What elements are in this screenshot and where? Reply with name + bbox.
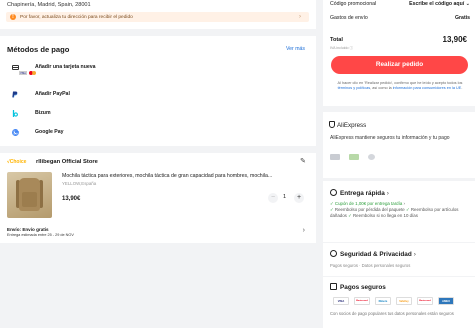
payment-methods-title: Métodos de pago [7, 45, 70, 54]
security-subtitle: Pagos seguros · Datos personales seguros [330, 263, 411, 268]
credit-card-icon [10, 63, 20, 71]
safe-payments-card: Pagos seguros VISA Mastercard Diners Saf… [323, 277, 475, 328]
address-warning[interactable]: ! Por favor, actualiza tu dirección para… [6, 12, 309, 22]
mastercard-logo-icon [29, 71, 36, 75]
warning-icon: ! [10, 14, 16, 20]
shipping-estimate: Entrega estimada entre 25 - 29 de NOV [7, 233, 74, 237]
terms-link[interactable]: términos y políticas [338, 86, 371, 90]
shipping-cost-value: Gratis [455, 15, 470, 21]
fast-delivery-card[interactable]: Entrega rápida › ✓ Cupón de 1,00€ por ent… [323, 181, 475, 242]
mastercard-id-check-logo-icon: Mastercard [417, 297, 433, 305]
total-value: 13,90€ [442, 35, 467, 44]
chevron-right-icon: › [413, 251, 416, 258]
payment-method-google-pay[interactable]: Google Pay [6, 127, 296, 141]
shield-check-icon [330, 250, 337, 257]
safe-payments-title: Pagos seguros [330, 283, 386, 291]
chevron-down-icon: ⌄ [465, 1, 470, 7]
address-warning-text: Por favor, actualiza tu dirección para r… [20, 14, 133, 20]
product-variant[interactable]: YELLOW,España [62, 181, 96, 186]
vat-included-note: IVA incluido ⓘ [330, 46, 354, 50]
safekey-logo-icon: SafeKey [396, 297, 412, 305]
security-title: Seguridad & Privacidad › [330, 250, 416, 258]
chevron-right-icon: › [299, 13, 301, 20]
fast-delivery-details: ✓ Cupón de 1,00€ por entrega tardía › ✓ … [330, 201, 459, 218]
visa-logo-icon: VISA [19, 71, 27, 75]
promo-code-row[interactable]: Código promocional Escribe el código aqu… [330, 1, 470, 7]
badge-icon [349, 154, 359, 160]
payment-method-bizum[interactable]: Bizum [6, 108, 296, 122]
lock-icon [330, 283, 337, 290]
chevron-right-icon: › [386, 190, 389, 197]
badge-icon [330, 154, 340, 160]
diners-logo-icon: Diners [375, 297, 391, 305]
paypal-icon [10, 90, 20, 98]
safe-payments-text: Con socios de pago populares tus datos p… [330, 311, 454, 316]
product-title[interactable]: Mochila táctica para exteriores, mochila… [62, 173, 307, 179]
total-label: Total [330, 37, 343, 43]
payment-method-label: Añadir PayPal [35, 90, 70, 97]
badge-icon [368, 154, 375, 160]
google-pay-icon [10, 128, 20, 136]
payment-method-label: Google Pay [35, 128, 64, 135]
eu-consumer-info-link[interactable]: información para consumidores en la UE [393, 86, 462, 90]
shipping-cost-row: Gastos de envío Gratis [330, 15, 470, 21]
legal-notice: Al hacer clic en 'Realizar pedido', conf… [337, 81, 463, 90]
see-more-link[interactable]: Ver más [286, 46, 305, 52]
payment-partner-logos: VISA Mastercard Diners SafeKey Mastercar… [333, 297, 454, 305]
shipping-cost-label: Gastos de envío [330, 15, 368, 21]
mastercard-logo-icon: Mastercard [354, 297, 370, 305]
quantity-increase-button[interactable]: + [294, 193, 304, 203]
edit-icon[interactable]: ✎ [300, 157, 306, 165]
aliexpress-protection-card: AliExpress AliExpress mantiene seguros t… [323, 112, 475, 178]
store-card: √Choice rllibegan Official Store ✎ Mochi… [0, 153, 316, 243]
payment-method-label: Bizum [35, 109, 51, 116]
chevron-right-icon[interactable]: › [303, 227, 305, 234]
promo-code-label: Código promocional [330, 1, 377, 7]
product-price: 13,90€ [62, 196, 81, 202]
bizum-icon [10, 109, 20, 117]
security-privacy-card[interactable]: Seguridad & Privacidad › Pagos seguros · … [323, 243, 475, 276]
payment-method-label: Añadir una tarjeta nueva [35, 63, 96, 70]
payment-method-new-card[interactable]: Añadir una tarjeta nueva VISA [6, 62, 296, 76]
shipping-title: Envío: Envío gratis [7, 227, 49, 232]
protection-badges [330, 154, 375, 160]
fast-delivery-title: Entrega rápida › [330, 189, 389, 197]
order-summary-card: Código promocional Escribe el código aqu… [323, 0, 475, 106]
store-name[interactable]: rllibegan Official Store [36, 159, 98, 165]
address-text: Chapinería, Madrid, Spain, 28001 [7, 2, 91, 8]
address-card: Chapinería, Madrid, Spain, 28001 ! Por f… [0, 0, 316, 29]
promo-code-action[interactable]: Escribe el código aquí ⌄ [409, 1, 470, 7]
amex-logo-icon: AMEX [438, 297, 454, 305]
product-image[interactable] [7, 172, 52, 218]
quantity-decrease-button[interactable]: − [268, 193, 278, 203]
protection-text: AliExpress mantiene seguros tu informaci… [330, 135, 450, 141]
shield-icon [329, 121, 335, 128]
aliexpress-logo: AliExpress [329, 121, 366, 129]
place-order-button[interactable]: Realizar pedido [331, 56, 468, 74]
payment-methods-card: Métodos de pago Ver más Añadir una tarje… [0, 36, 316, 146]
payment-method-paypal[interactable]: Añadir PayPal [6, 89, 296, 103]
clock-icon [330, 189, 337, 196]
quantity-value: 1 [283, 194, 287, 200]
visa-logo-icon: VISA [333, 297, 349, 305]
choice-badge: √Choice [7, 159, 27, 165]
